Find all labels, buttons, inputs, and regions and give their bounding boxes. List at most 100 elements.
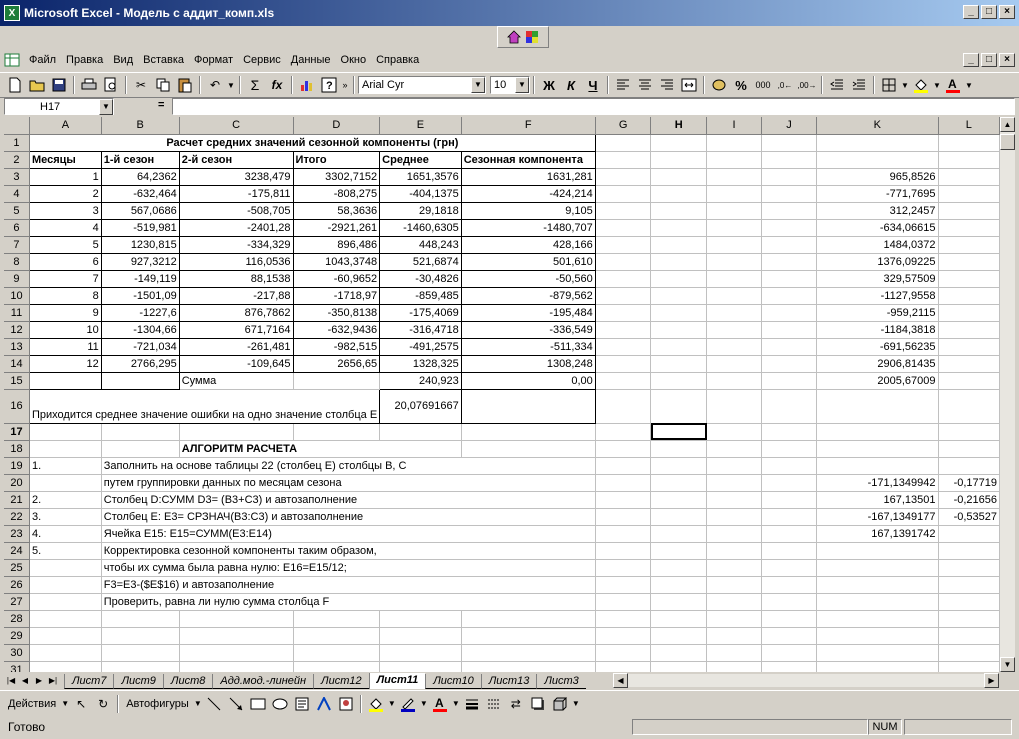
step-text[interactable]: Столбец D:СУММ D3= (B3+C3) и автозаполне… [101,491,596,509]
data-cell[interactable]: 116,0536 [178,252,294,271]
column-header[interactable]: B [101,117,180,135]
cell[interactable] [938,423,1000,441]
cell[interactable] [101,627,180,645]
cell[interactable] [650,525,708,543]
step-number[interactable]: 4. [29,525,102,543]
more-buttons-icon[interactable]: » [340,74,350,96]
cell[interactable] [650,542,708,560]
step-number[interactable]: 2. [29,491,102,509]
column-header[interactable]: L [938,117,1000,135]
cell[interactable] [816,389,939,424]
data-cell[interactable]: -1718,97 [292,286,381,305]
row-header[interactable]: 15 [4,372,30,390]
data-cell[interactable]: 8 [28,286,102,305]
sum-value[interactable]: 240,923 [379,371,462,390]
step-text[interactable]: Проверить, равна ли нулю сумма столбца F [101,593,596,611]
rectangle-icon[interactable] [247,693,269,715]
data-cell[interactable]: 3302,7152 [292,167,381,186]
increase-indent-icon[interactable] [848,74,870,96]
scroll-right-icon[interactable]: ▶ [984,673,999,688]
cell[interactable] [293,372,381,390]
active-cell[interactable] [650,423,708,441]
spreadsheet-grid[interactable]: A B C D E F G H I J K L 1 Расчет средних значений сез… [4,117,1000,672]
row-header[interactable]: 27 [4,593,30,611]
cell[interactable] [650,610,708,628]
cell[interactable] [650,287,708,305]
data-cell[interactable]: -336,549 [460,320,596,339]
cell[interactable] [595,457,652,475]
minimize-button[interactable]: _ [963,5,979,19]
data-cell[interactable] [816,593,939,611]
data-cell[interactable]: -634,06615 [816,219,939,237]
cell[interactable] [595,304,652,322]
cell[interactable] [938,168,1000,186]
cell[interactable] [706,202,762,220]
data-cell[interactable]: -491,2575 [379,337,462,356]
step-number[interactable]: 5. [29,542,102,560]
workbook-icon[interactable] [4,52,20,68]
cell[interactable] [650,236,708,254]
data-cell[interactable]: -2921,261 [292,218,381,237]
cell[interactable] [29,661,102,672]
data-cell[interactable]: -519,981 [100,218,180,237]
increase-decimal-icon[interactable]: ,0← [774,74,796,96]
cell[interactable] [461,440,596,458]
cell[interactable] [938,219,1000,237]
row-header[interactable]: 24 [4,542,30,560]
header-cell[interactable]: Итого [292,150,381,169]
cell[interactable] [761,474,818,492]
paste-icon[interactable] [174,74,196,96]
cell[interactable] [706,253,762,271]
cell[interactable] [595,491,652,509]
sheet-tab[interactable]: Лист13 [480,674,537,689]
header-cell[interactable]: Сезонная компонента [460,150,596,169]
formula-equals-icon[interactable]: = [158,99,164,111]
select-objects-icon[interactable]: ↖ [70,693,92,715]
data-cell[interactable]: 1376,09225 [816,253,939,271]
cell[interactable] [761,202,818,220]
cell[interactable] [706,287,762,305]
cell[interactable] [595,287,652,305]
data-cell[interactable]: -1184,3818 [816,321,939,339]
data-cell[interactable]: 167,1391742 [816,525,939,543]
cell[interactable] [761,287,818,305]
cell[interactable] [706,151,762,169]
cell[interactable] [101,423,180,441]
data-cell[interactable]: -1480,707 [460,218,596,237]
data-cell[interactable]: -1127,9558 [816,287,939,305]
data-cell[interactable]: -982,515 [292,337,381,356]
data-cell[interactable] [938,542,1000,560]
first-sheet-icon[interactable]: |◀ [4,673,18,688]
cell[interactable] [293,627,381,645]
row-header[interactable]: 23 [4,525,30,543]
cell[interactable] [761,593,818,611]
data-cell[interactable]: -195,484 [460,303,596,322]
row-header[interactable]: 12 [4,321,30,339]
row-header[interactable]: 29 [4,627,30,645]
data-cell[interactable]: 5 [28,235,102,254]
column-header[interactable]: G [595,117,652,135]
data-cell[interactable] [938,525,1000,543]
3d-icon[interactable] [549,693,571,715]
step-number[interactable]: 1. [29,457,102,475]
cell[interactable] [706,236,762,254]
cell[interactable] [816,610,939,628]
row-header[interactable]: 3 [4,168,30,186]
row-header[interactable]: 31 [4,661,30,672]
data-cell[interactable] [816,559,939,577]
data-cell[interactable]: 64,2362 [100,167,180,186]
cell[interactable] [761,559,818,577]
actions-dropdown-icon[interactable]: ▼ [60,693,70,715]
actions-menu[interactable]: Действия [4,698,60,710]
cell[interactable] [761,338,818,356]
row-header[interactable]: 17 [4,423,30,441]
cell[interactable] [650,270,708,288]
scroll-thumb[interactable] [1000,134,1015,150]
header-cell[interactable]: 2-й сезон [178,150,294,169]
cell[interactable] [761,508,818,526]
data-cell[interactable] [938,593,1000,611]
draw-font-color-icon[interactable]: A [429,693,451,715]
row-header[interactable]: 22 [4,508,30,526]
cell[interactable] [100,371,180,390]
data-cell[interactable]: 1631,281 [460,167,596,186]
